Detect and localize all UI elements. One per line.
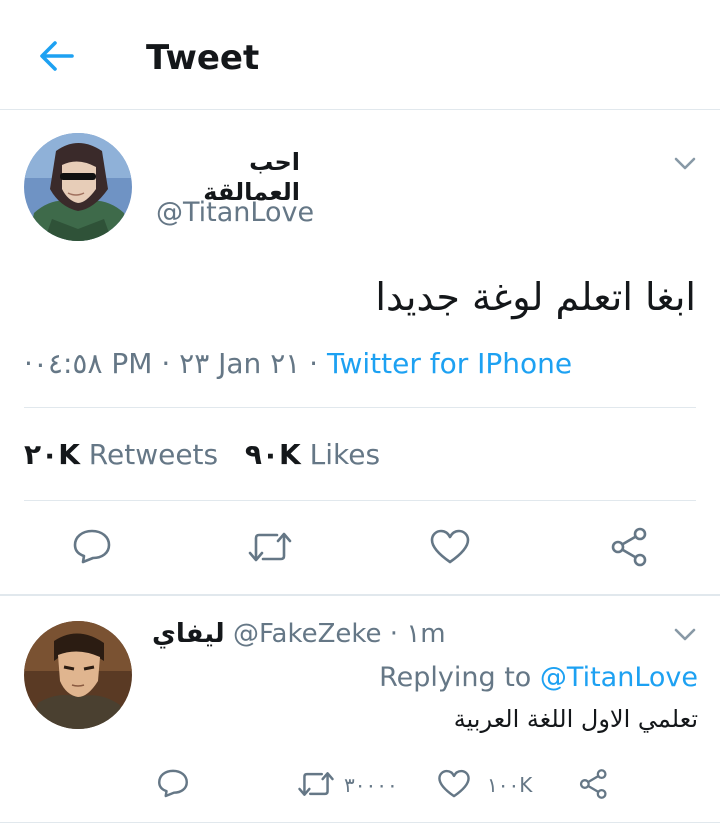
tweet-stats: ٢٠K Retweets ٩٠K Likes <box>24 437 380 473</box>
reply-retweet-button[interactable] <box>297 769 335 803</box>
tweet-source-link[interactable]: Twitter for IPhone <box>327 347 572 380</box>
likes-stat[interactable]: ٩٠K Likes <box>245 438 380 471</box>
replying-to-handle[interactable]: @TitanLove <box>540 662 698 693</box>
retweets-count: ٢٠K <box>24 438 80 471</box>
retweet-icon <box>298 772 334 796</box>
reply-header: ليفاي @FakeZeke · ١m <box>152 617 446 651</box>
tweet-text: ابغا اتعلم لوغة جديدا <box>375 275 696 319</box>
reply-like-count: ١٠٠K <box>487 773 533 797</box>
share-icon <box>579 769 607 799</box>
reply-reply-button[interactable] <box>156 767 190 803</box>
top-bar: Tweet <box>0 0 720 110</box>
tweet-meta: ·٠٤:٥٨ PM · ٢٣ Jan ٢١ · Twitter for IPho… <box>24 346 572 382</box>
author-avatar[interactable] <box>24 133 132 241</box>
likes-label: Likes <box>300 438 381 471</box>
replying-prefix: Replying to <box>379 662 540 693</box>
replying-to: Replying to @TitanLove <box>379 661 698 695</box>
reply-retweet-count: ٣٠٠٠٠ <box>344 773 398 797</box>
reply-text: تعلمي الاول اللغة العربية <box>453 705 698 733</box>
reply-handle-time[interactable]: @FakeZeke · ١m <box>225 619 446 649</box>
page-title: Tweet <box>146 38 260 78</box>
share-icon <box>611 527 647 567</box>
heart-icon <box>430 529 470 564</box>
divider <box>24 407 696 408</box>
chevron-down-icon[interactable] <box>674 156 696 170</box>
reply-avatar[interactable] <box>24 621 132 729</box>
back-arrow-icon[interactable] <box>34 36 78 76</box>
author-handle[interactable]: @TitanLove <box>156 196 314 230</box>
share-button[interactable] <box>609 526 651 572</box>
retweets-stat[interactable]: ٢٠K Retweets <box>24 438 218 471</box>
retweet-icon <box>248 532 292 562</box>
chevron-down-icon[interactable] <box>674 627 696 641</box>
divider <box>0 822 720 823</box>
comment-icon <box>158 769 188 798</box>
likes-count: ٩٠K <box>244 438 301 471</box>
retweet-button[interactable] <box>247 529 293 569</box>
reply-button[interactable] <box>71 527 113 569</box>
like-button[interactable] <box>429 528 471 570</box>
reply-like-button[interactable] <box>437 768 471 804</box>
reply-author-name[interactable]: ليفاي <box>152 619 225 649</box>
comment-icon <box>73 529 111 564</box>
retweets-label: Retweets <box>79 438 219 471</box>
reply-share-button[interactable] <box>578 767 610 805</box>
divider <box>24 500 696 501</box>
tweet-timestamp: ·٠٤:٥٨ PM · ٢٣ Jan ٢١ · <box>24 347 327 380</box>
heart-icon <box>438 769 470 798</box>
section-separator <box>0 594 720 596</box>
